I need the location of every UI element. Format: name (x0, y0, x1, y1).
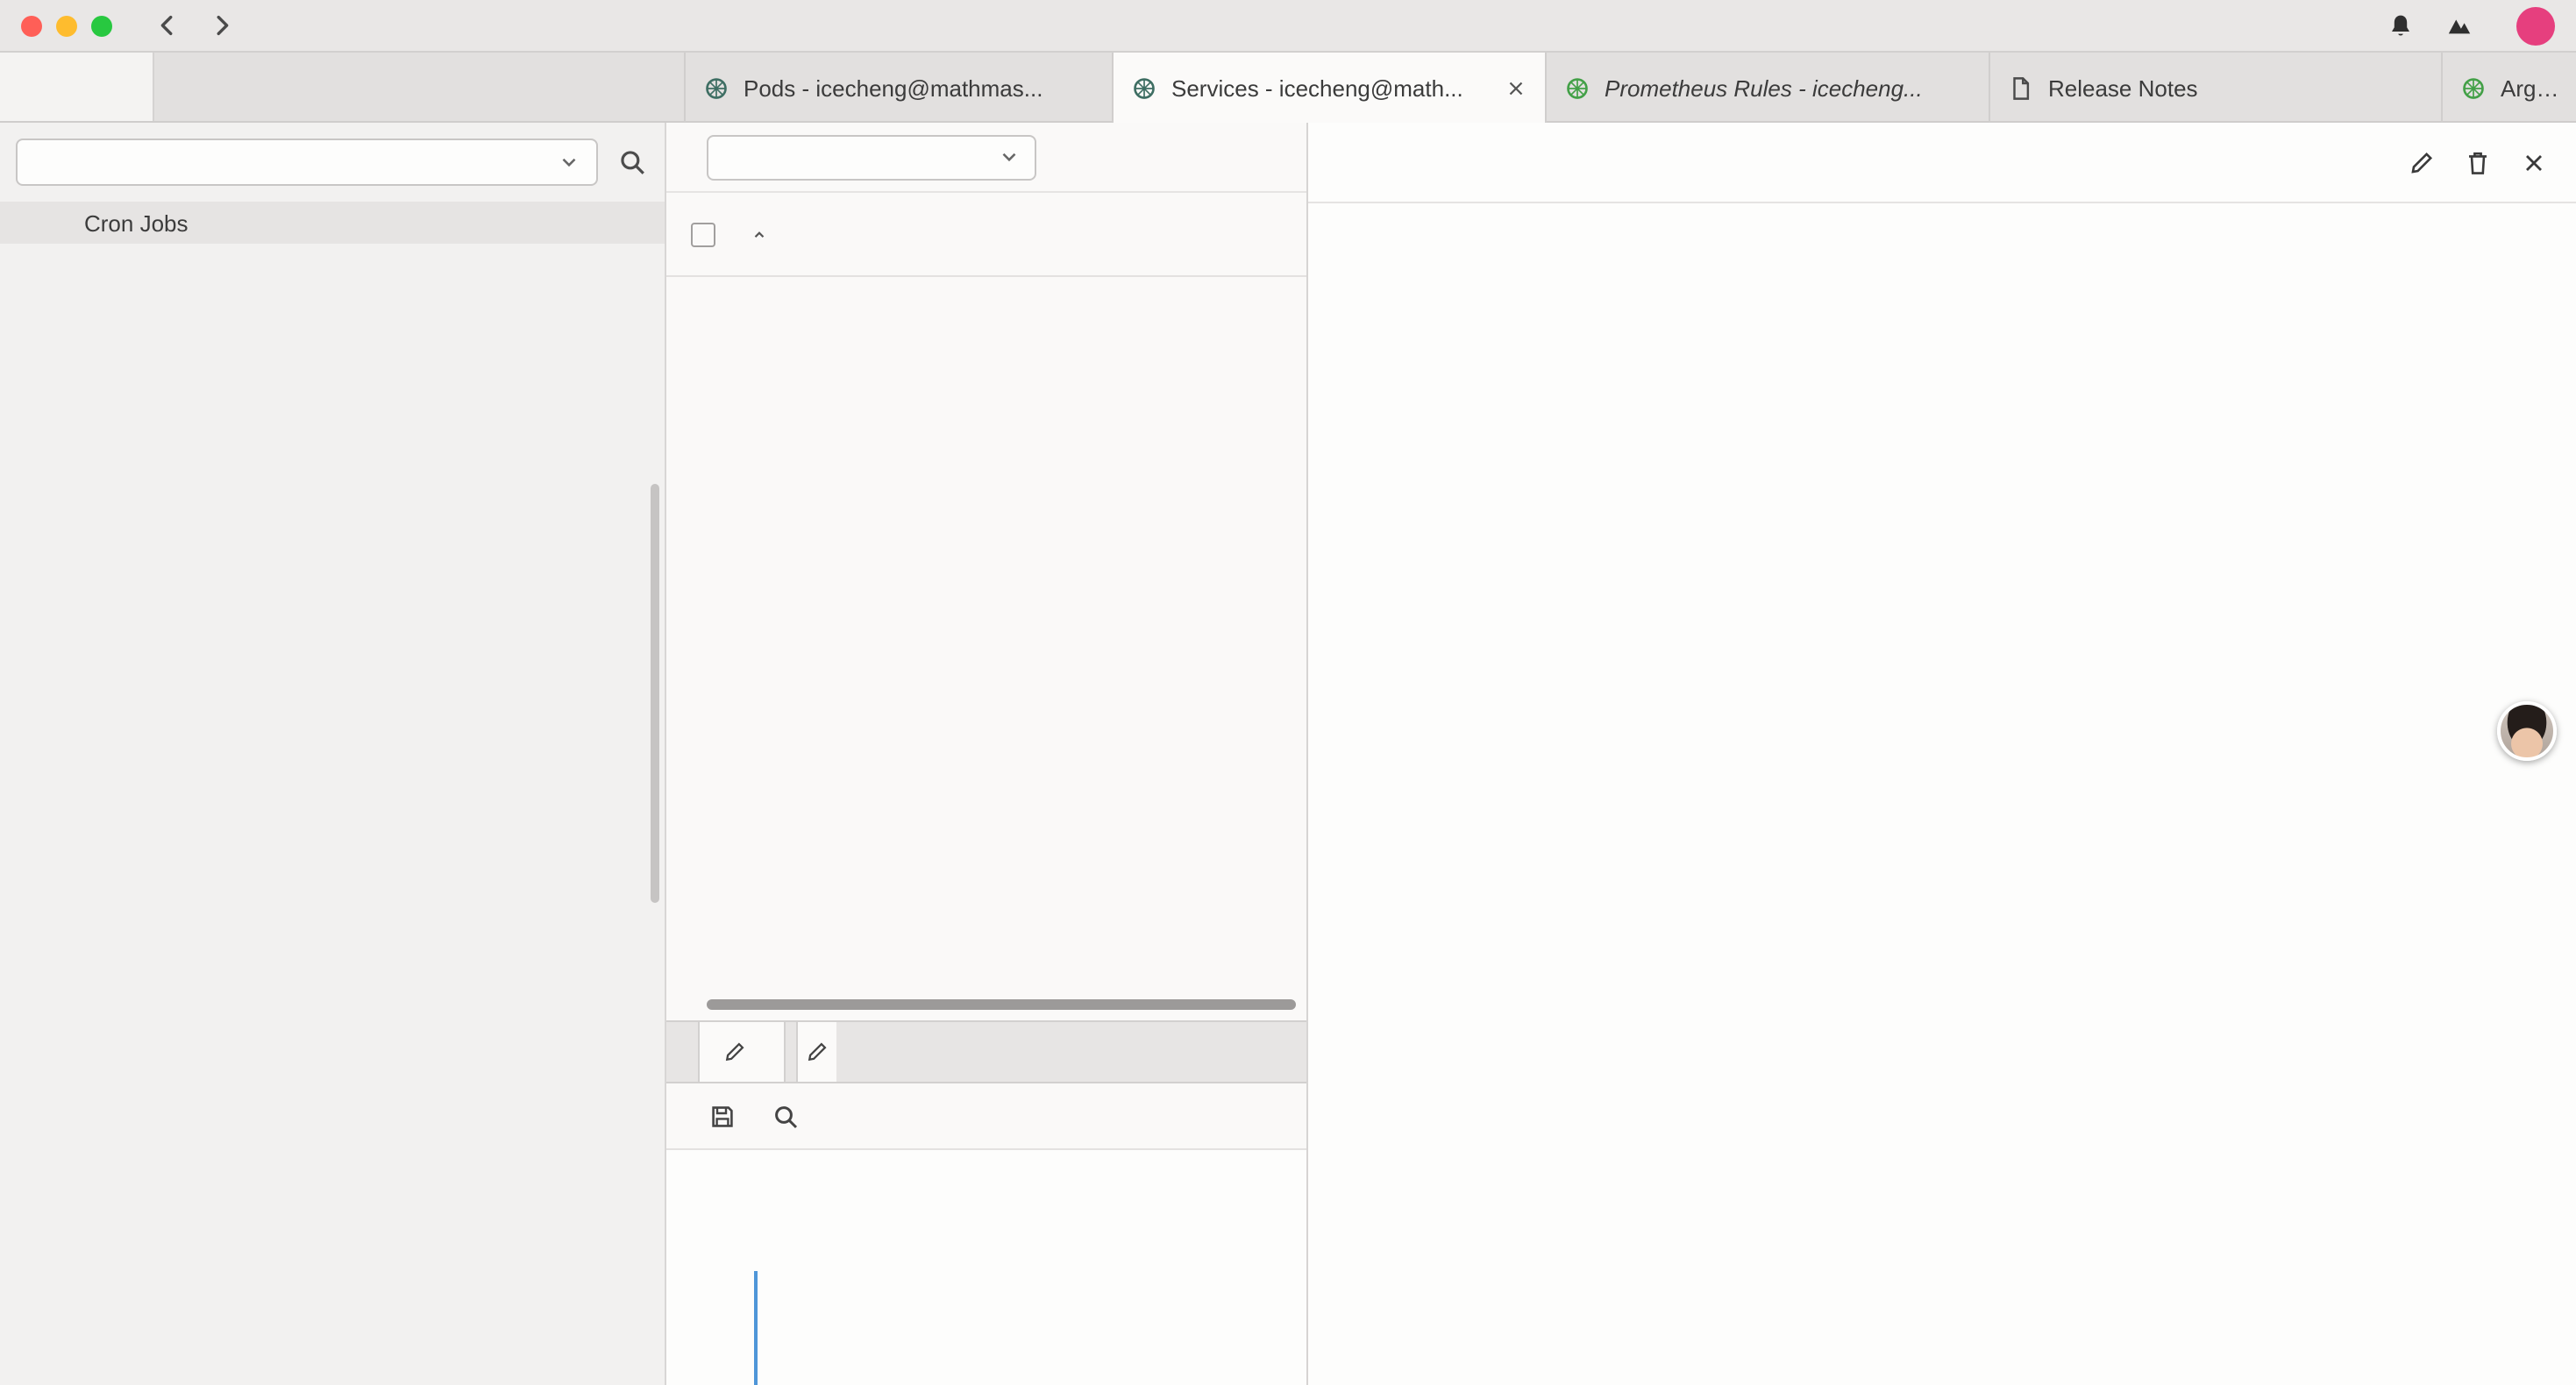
edit-pencil-icon (722, 1040, 747, 1064)
navigator-sidebar: Cron Jobs (0, 123, 666, 1385)
forward-button-nav[interactable] (209, 12, 235, 39)
mountain-icon (2446, 12, 2473, 39)
resource-tree: Cron Jobs (0, 202, 665, 244)
chevron-down-icon (558, 151, 580, 174)
service-details-panel (1306, 123, 2576, 1385)
tab-bar: Pods - icecheng@mathmas... Services - ice… (0, 53, 2576, 123)
editor-toolbar (666, 1083, 1306, 1150)
window-controls (0, 15, 112, 36)
navigator-panel-title (0, 53, 154, 121)
close-window-button[interactable] (21, 15, 42, 36)
sidebar-item-cron-jobs[interactable]: Cron Jobs (0, 202, 665, 244)
document-icon (2008, 75, 2034, 101)
pencil-icon (2408, 148, 2436, 176)
list-toolbar (666, 123, 1306, 193)
sort-ascending-icon[interactable] (749, 224, 770, 245)
notifications-bell-icon[interactable] (2387, 11, 2415, 39)
kubeconfig-source-select[interactable] (16, 138, 598, 186)
k8s-wheel-icon (1564, 75, 1590, 101)
back-arrow-icon (154, 12, 181, 39)
tab-label: Pods - icecheng@mathmas... (744, 75, 1094, 101)
forward-arrow-icon (209, 12, 235, 39)
edit-pencil-icon (805, 1040, 829, 1064)
notification-count-badge[interactable] (2516, 6, 2555, 45)
chevron-down-icon (998, 146, 1021, 168)
tab-argo-se[interactable]: Argo Se (2443, 53, 2576, 123)
tab-services-icecheng-math[interactable]: Services - icecheng@math... (1114, 53, 1547, 123)
editor-fold-indicator (754, 1271, 758, 1385)
minimize-window-button[interactable] (56, 15, 77, 36)
select-all-checkbox[interactable] (691, 222, 715, 246)
tab-release-notes[interactable]: Release Notes (1990, 53, 2443, 123)
trash-icon (2464, 148, 2492, 176)
bell-icon (2387, 11, 2415, 39)
close-icon[interactable] (2520, 148, 2548, 176)
sort-up-icon (749, 224, 770, 245)
pencil-icon (722, 1040, 747, 1064)
k8s-wheel-icon (1131, 75, 1157, 101)
chevron-down-icon (998, 146, 1021, 168)
save-icon[interactable] (708, 1102, 737, 1130)
close-icon (2520, 148, 2548, 176)
chevron-down-icon (558, 151, 580, 174)
k8s-wheel-icon (703, 75, 729, 101)
pencil-icon (805, 1040, 829, 1064)
back-button[interactable] (154, 12, 181, 39)
tab-label: Argo Se (2501, 75, 2560, 101)
horizontal-scrollbar[interactable] (707, 999, 1296, 1010)
details-body (1308, 203, 2576, 1385)
search-icon (772, 1102, 800, 1130)
details-header (1308, 123, 2576, 203)
tab-prometheus-rules-icecheng[interactable]: Prometheus Rules - icecheng... (1547, 53, 1990, 123)
table-header (666, 193, 1306, 277)
yaml-editor[interactable] (666, 1150, 1306, 1385)
window-titlebar (0, 0, 2576, 53)
sidebar-item-label: Cron Jobs (84, 210, 189, 236)
tab-pods-icecheng-mathmas[interactable]: Pods - icecheng@mathmas... (686, 53, 1114, 123)
maximize-window-button[interactable] (91, 15, 112, 36)
open-tabs: Pods - icecheng@mathmas... Services - ice… (684, 53, 2576, 123)
search-icon (617, 147, 647, 177)
delete-trash-icon[interactable] (2464, 148, 2492, 176)
upgrade-button[interactable] (2446, 12, 2485, 39)
main-area: Cron Jobs (0, 123, 2576, 1385)
tab-label: Services - icecheng@math... (1171, 75, 1491, 101)
app-window: Pods - icecheng@mathmas... Services - ice… (0, 0, 2576, 1385)
dock-tab-partial[interactable] (796, 1022, 836, 1082)
sidebar-scrollbar[interactable] (651, 484, 659, 903)
close-icon (1505, 76, 1527, 99)
tab-label: Prometheus Rules - icecheng... (1605, 75, 1971, 101)
k8s-wheel-icon (2460, 75, 2487, 101)
services-list-panel (666, 123, 1306, 1385)
edit-pencil-icon[interactable] (2408, 148, 2436, 176)
dock-tab-bar (666, 1020, 1306, 1083)
close-tab-icon[interactable] (1505, 76, 1527, 99)
search-icon[interactable] (772, 1102, 800, 1130)
search-icon[interactable] (617, 147, 647, 177)
mountain-icon (2446, 12, 2473, 39)
save-icon (708, 1102, 737, 1130)
user-avatar[interactable] (2497, 701, 2557, 761)
tab-label: Release Notes (2048, 75, 2423, 101)
namespace-select[interactable] (707, 134, 1036, 180)
dock-tab-prometheusrule[interactable] (698, 1022, 786, 1082)
